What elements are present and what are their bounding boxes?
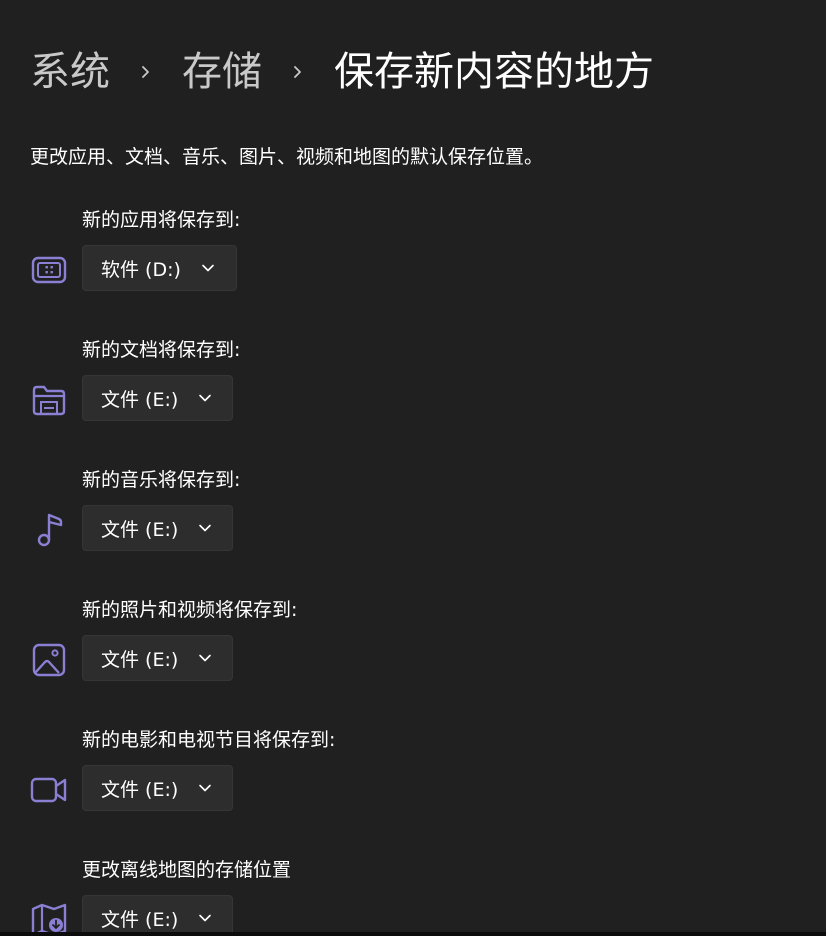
setting-label-offline-maps: 更改离线地图的存储位置 xyxy=(82,859,292,881)
dropdown-selected-value: 文件 (E:) xyxy=(101,388,179,411)
offline-maps-location-dropdown[interactable]: 文件 (E:) xyxy=(82,895,233,932)
document-folder-icon xyxy=(30,381,68,419)
dropdown-selected-value: 文件 (E:) xyxy=(101,908,179,931)
offline-map-icon xyxy=(30,901,68,932)
video-camera-icon xyxy=(30,771,68,809)
setting-label-apps: 新的应用将保存到: xyxy=(82,209,241,231)
chevron-down-icon xyxy=(198,521,212,535)
chevron-down-icon xyxy=(198,391,212,405)
chevron-down-icon xyxy=(198,911,212,925)
storage-save-locations-page: 系统 存储 保存新内容的地方 更改应用、文档、音乐、图片、视频和地图的默认保存位… xyxy=(0,0,826,932)
photos-videos-location-dropdown[interactable]: 文件 (E:) xyxy=(82,635,233,681)
picture-icon xyxy=(30,641,68,679)
page-description: 更改应用、文档、音乐、图片、视频和地图的默认保存位置。 xyxy=(30,146,544,168)
chevron-down-icon xyxy=(198,781,212,795)
apps-location-dropdown[interactable]: 软件 (D:) xyxy=(82,245,237,291)
movies-tv-location-dropdown[interactable]: 文件 (E:) xyxy=(82,765,233,811)
breadcrumb-system[interactable]: 系统 xyxy=(30,42,110,102)
setting-label-music: 新的音乐将保存到: xyxy=(82,469,241,491)
chevron-right-icon xyxy=(286,60,310,84)
music-note-icon xyxy=(30,511,68,549)
chevron-right-icon xyxy=(134,60,158,84)
dropdown-selected-value: 软件 (D:) xyxy=(101,258,181,281)
page-title: 保存新内容的地方 xyxy=(334,49,654,95)
documents-location-dropdown[interactable]: 文件 (E:) xyxy=(82,375,233,421)
music-location-dropdown[interactable]: 文件 (E:) xyxy=(82,505,233,551)
setting-label-movies-tv: 新的电影和电视节目将保存到: xyxy=(82,729,336,751)
dropdown-selected-value: 文件 (E:) xyxy=(101,518,179,541)
dropdown-selected-value: 文件 (E:) xyxy=(101,778,179,801)
window-bottom-edge xyxy=(0,932,826,936)
setting-label-photos-videos: 新的照片和视频将保存到: xyxy=(82,599,298,621)
setting-label-documents: 新的文档将保存到: xyxy=(82,339,241,361)
app-icon xyxy=(30,251,68,289)
breadcrumb: 系统 存储 保存新内容的地方 xyxy=(30,42,654,102)
chevron-down-icon xyxy=(198,651,212,665)
breadcrumb-storage[interactable]: 存储 xyxy=(182,42,262,102)
dropdown-selected-value: 文件 (E:) xyxy=(101,648,179,671)
chevron-down-icon xyxy=(201,261,215,275)
